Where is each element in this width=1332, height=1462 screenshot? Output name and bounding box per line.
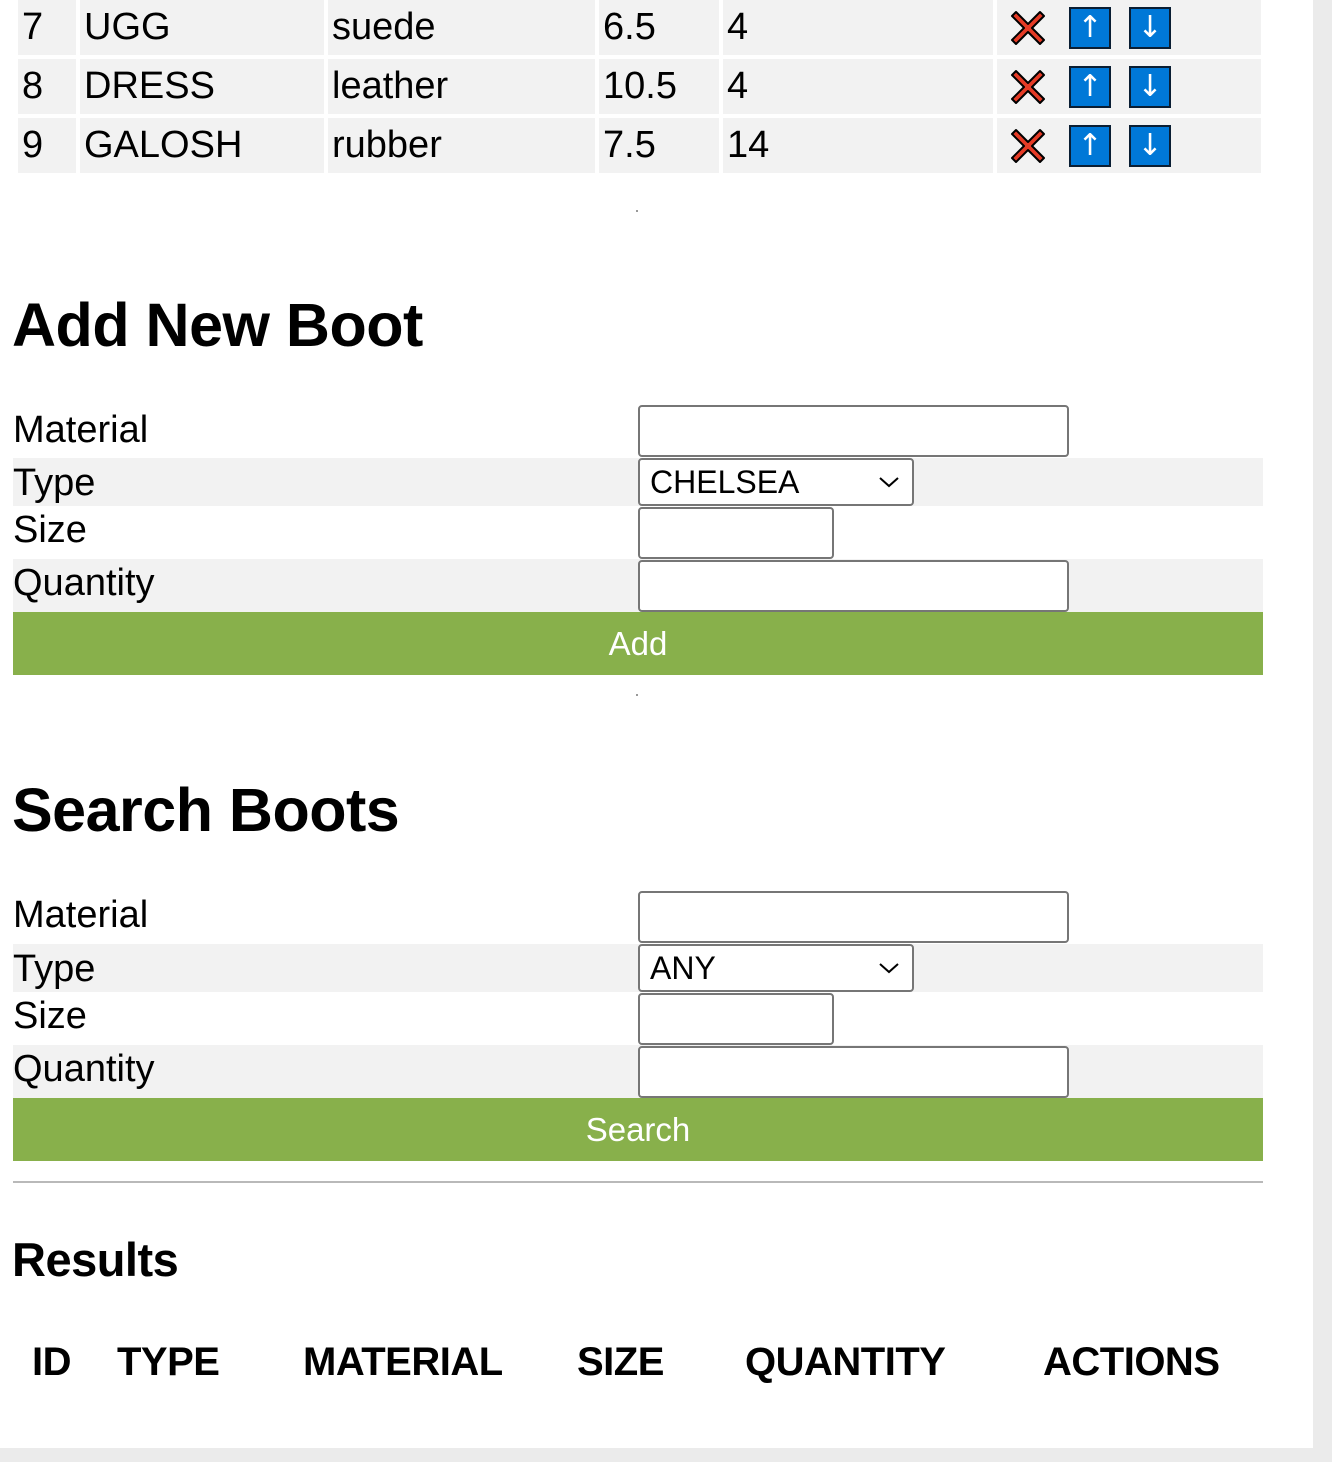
table-row: 7 UGG suede 6.5 4 ↑ ↓: [18, 0, 1261, 55]
arrow-up-icon: ↑: [1077, 128, 1103, 163]
form-row-material: Material: [13, 405, 1263, 458]
cell-actions: ↑ ↓: [997, 0, 1261, 55]
cell-actions: ↑ ↓: [997, 118, 1261, 173]
arrow-down-icon: ↓: [1137, 10, 1163, 45]
size-label: Size: [13, 509, 87, 551]
cell-id: 8: [18, 59, 76, 114]
spacer-mark: [636, 210, 638, 212]
search-boots-heading: Search Boots: [12, 776, 400, 844]
results-heading: Results: [12, 1233, 179, 1286]
type-select[interactable]: ANY: [638, 944, 914, 992]
type-select[interactable]: CHELSEA: [638, 458, 914, 506]
cell-id: 9: [18, 118, 76, 173]
search-button[interactable]: Search: [13, 1098, 1263, 1161]
cell-actions: ↑ ↓: [997, 59, 1261, 114]
cell-material: suede: [328, 0, 595, 55]
form-row-type: Type ANY: [13, 944, 1263, 992]
size-label: Size: [13, 995, 87, 1037]
form-row-size: Size: [13, 992, 1263, 1045]
red-x-icon: [1011, 128, 1045, 163]
inventory-table: 7 UGG suede 6.5 4 ↑ ↓ 8 DRESS leather 10…: [14, 0, 1265, 177]
move-down-button[interactable]: ↓: [1129, 124, 1171, 167]
results-header-quantity: QUANTITY: [745, 1340, 946, 1384]
material-input[interactable]: [638, 891, 1069, 943]
type-label: Type: [13, 462, 96, 504]
add-boot-form: Material Type CHELSEA Size Quantity Add: [13, 405, 1263, 675]
material-label: Material: [13, 409, 149, 451]
results-header-type: TYPE: [117, 1340, 220, 1384]
cell-id: 7: [18, 0, 76, 55]
add-boot-heading: Add New Boot: [12, 291, 423, 359]
form-row-type: Type CHELSEA: [13, 458, 1263, 506]
cell-type: GALOSH: [80, 118, 324, 173]
cell-size: 10.5: [599, 59, 719, 114]
material-input[interactable]: [638, 405, 1069, 457]
cell-size: 7.5: [599, 118, 719, 173]
arrow-down-icon: ↓: [1137, 69, 1163, 104]
chevron-down-icon: [876, 955, 902, 981]
cell-type: DRESS: [80, 59, 324, 114]
divider: [13, 1181, 1263, 1183]
type-label: Type: [13, 948, 96, 990]
move-up-button[interactable]: ↑: [1069, 124, 1111, 167]
quantity-input[interactable]: [638, 560, 1069, 612]
cell-size: 6.5: [599, 0, 719, 55]
page-card: 7 UGG suede 6.5 4 ↑ ↓ 8 DRESS leather 10…: [0, 0, 1313, 1448]
cell-quantity: 4: [723, 0, 993, 55]
results-header-size: SIZE: [577, 1340, 664, 1384]
type-select-value: ANY: [650, 949, 716, 986]
move-down-button[interactable]: ↓: [1129, 65, 1171, 108]
cell-material: rubber: [328, 118, 595, 173]
form-row-quantity: Quantity: [13, 559, 1263, 612]
move-up-button[interactable]: ↑: [1069, 6, 1111, 49]
delete-button[interactable]: [1005, 5, 1051, 51]
size-input[interactable]: [638, 993, 834, 1045]
form-row-material: Material: [13, 891, 1263, 944]
search-boots-form: Material Type ANY Size Quantity Search: [13, 891, 1263, 1161]
results-header-material: MATERIAL: [303, 1340, 503, 1384]
red-x-icon: [1011, 10, 1045, 45]
material-label: Material: [13, 894, 149, 936]
cell-material: leather: [328, 59, 595, 114]
type-select-value: CHELSEA: [650, 463, 800, 500]
cell-quantity: 4: [723, 59, 993, 114]
add-button[interactable]: Add: [13, 612, 1263, 675]
cell-quantity: 14: [723, 118, 993, 173]
arrow-up-icon: ↑: [1077, 69, 1103, 104]
results-header-actions: ACTIONS: [1043, 1340, 1220, 1384]
size-input[interactable]: [638, 507, 834, 559]
quantity-label: Quantity: [13, 1048, 155, 1090]
arrow-up-icon: ↑: [1077, 10, 1103, 45]
table-row: 9 GALOSH rubber 7.5 14 ↑ ↓: [18, 118, 1261, 173]
move-up-button[interactable]: ↑: [1069, 65, 1111, 108]
cell-type: UGG: [80, 0, 324, 55]
arrow-down-icon: ↓: [1137, 128, 1163, 163]
red-x-icon: [1011, 69, 1045, 104]
delete-button[interactable]: [1005, 64, 1051, 110]
form-row-quantity: Quantity: [13, 1045, 1263, 1098]
form-row-size: Size: [13, 506, 1263, 559]
spacer-mark: [636, 694, 638, 696]
table-row: 8 DRESS leather 10.5 4 ↑ ↓: [18, 59, 1261, 114]
results-header-id: ID: [32, 1340, 72, 1384]
quantity-input[interactable]: [638, 1046, 1069, 1098]
quantity-label: Quantity: [13, 562, 155, 604]
move-down-button[interactable]: ↓: [1129, 6, 1171, 49]
chevron-down-icon: [876, 469, 902, 495]
delete-button[interactable]: [1005, 123, 1051, 169]
